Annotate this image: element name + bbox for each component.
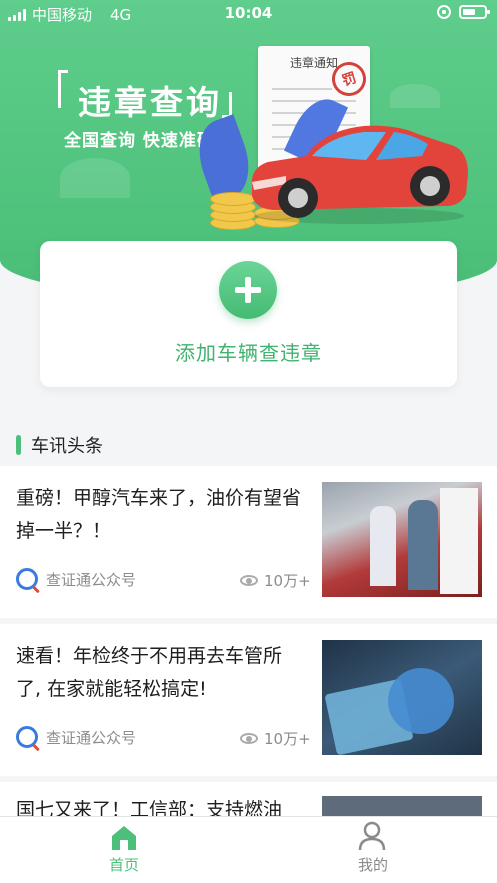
hero-title: 违章查询 (78, 83, 222, 122)
news-thumbnail[interactable] (322, 482, 482, 597)
source-name: 查证通公众号 (46, 728, 137, 747)
add-vehicle-button[interactable] (219, 261, 277, 319)
user-icon (358, 821, 386, 851)
section-accent-bar (16, 435, 21, 455)
news-title[interactable]: 国七又来了！工信部：支持燃油 (16, 794, 306, 816)
news-title[interactable]: 速看！年检终于不用再去车管所了, 在家就能轻松搞定! (16, 640, 306, 706)
home-icon (112, 826, 136, 850)
section-title: 车讯头条 (31, 436, 103, 457)
add-vehicle-card[interactable]: 添加车辆查违章 (40, 241, 457, 387)
news-section-header: 车讯头条 (16, 432, 103, 458)
news-title[interactable]: 重磅！甲醇汽车来了，油价有望省掉一半？！ (16, 482, 306, 548)
decor-hill (60, 158, 130, 198)
battery-icon (459, 5, 490, 19)
add-vehicle-label[interactable]: 添加车辆查违章 (40, 337, 457, 366)
source-logo-icon (16, 726, 38, 748)
view-count: 10万+ (264, 572, 311, 590)
eye-icon (240, 575, 258, 586)
clock: 10:04 (224, 4, 273, 22)
news-views: 10万+ (240, 728, 311, 749)
view-count: 10万+ (264, 730, 311, 748)
title-bracket-left (58, 70, 68, 108)
status-bar: 中国移动 4G 10:04 (0, 0, 497, 26)
news-views: 10万+ (240, 570, 311, 591)
news-thumbnail[interactable] (322, 796, 482, 816)
news-item[interactable]: 国七又来了！工信部：支持燃油 (0, 782, 497, 816)
tab-home[interactable]: 首页 (0, 817, 248, 883)
tab-home-label[interactable]: 首页 (0, 854, 248, 875)
eye-icon (240, 733, 258, 744)
bottom-tab-bar: 首页 我的 (0, 816, 497, 883)
news-item[interactable]: 速看！年检终于不用再去车管所了, 在家就能轻松搞定! 查证通公众号 10万+ (0, 624, 497, 776)
red-car-icon (251, 125, 468, 224)
news-source: 查证通公众号 (16, 568, 136, 590)
news-source: 查证通公众号 (16, 726, 136, 748)
source-logo-icon (16, 568, 38, 590)
news-thumbnail[interactable] (322, 640, 482, 755)
tab-mine[interactable]: 我的 (249, 817, 497, 883)
orientation-lock-icon (437, 5, 451, 19)
hero-subtitle: 全国查询 快速准确 (64, 131, 215, 151)
tab-mine-label[interactable]: 我的 (249, 854, 497, 875)
news-item[interactable]: 重磅！甲醇汽车来了，油价有望省掉一半？！ 查证通公众号 10万+ (0, 466, 497, 618)
source-name: 查证通公众号 (46, 570, 137, 589)
decor-hill (390, 84, 440, 108)
